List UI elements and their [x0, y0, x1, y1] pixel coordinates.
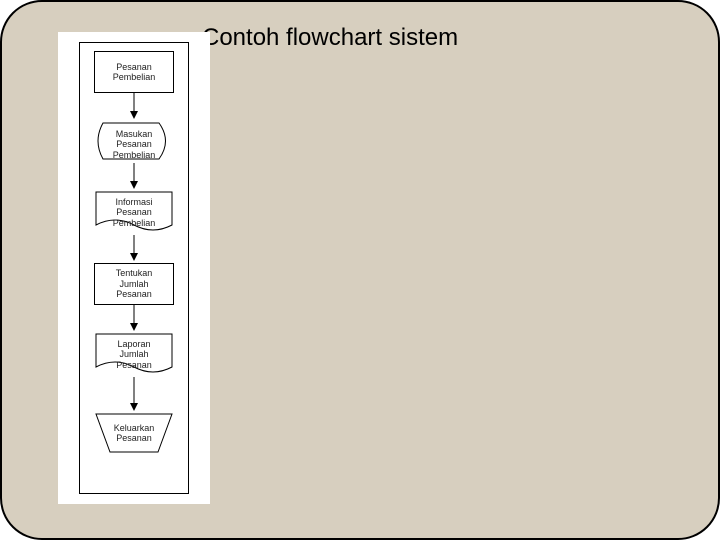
node-label: InformasiPesananPembelian: [95, 197, 173, 228]
arrow-icon: [128, 163, 140, 191]
node-laporan-jumlah: LaporanJumlahPesanan: [95, 333, 173, 373]
node-keluarkan-pesanan: KeluarkanPesanan: [95, 413, 173, 453]
flowchart-panel: PesananPembelian MasukanPesananPembelian…: [58, 32, 210, 504]
node-masukan-pesanan: MasukanPesananPembelian: [95, 121, 173, 161]
node-informasi-pesanan: InformasiPesananPembelian: [95, 191, 173, 231]
arrow-icon: [128, 305, 140, 333]
node-label: KeluarkanPesanan: [95, 423, 173, 444]
node-pesanan-pembelian: PesananPembelian: [94, 51, 174, 93]
slide-title: Contoh flowchart sistem: [202, 24, 458, 52]
flowchart-border: PesananPembelian MasukanPesananPembelian…: [79, 42, 189, 494]
node-tentukan-jumlah: TentukanJumlahPesanan: [94, 263, 174, 305]
node-label: LaporanJumlahPesanan: [95, 339, 173, 370]
node-label: PesananPembelian: [113, 62, 156, 83]
arrow-icon: [128, 377, 140, 413]
node-label: MasukanPesananPembelian: [95, 129, 173, 160]
slide-canvas: Contoh flowchart sistem PesananPembelian…: [0, 0, 720, 540]
node-label: TentukanJumlahPesanan: [116, 268, 153, 299]
arrow-icon: [128, 93, 140, 121]
arrow-icon: [128, 235, 140, 263]
